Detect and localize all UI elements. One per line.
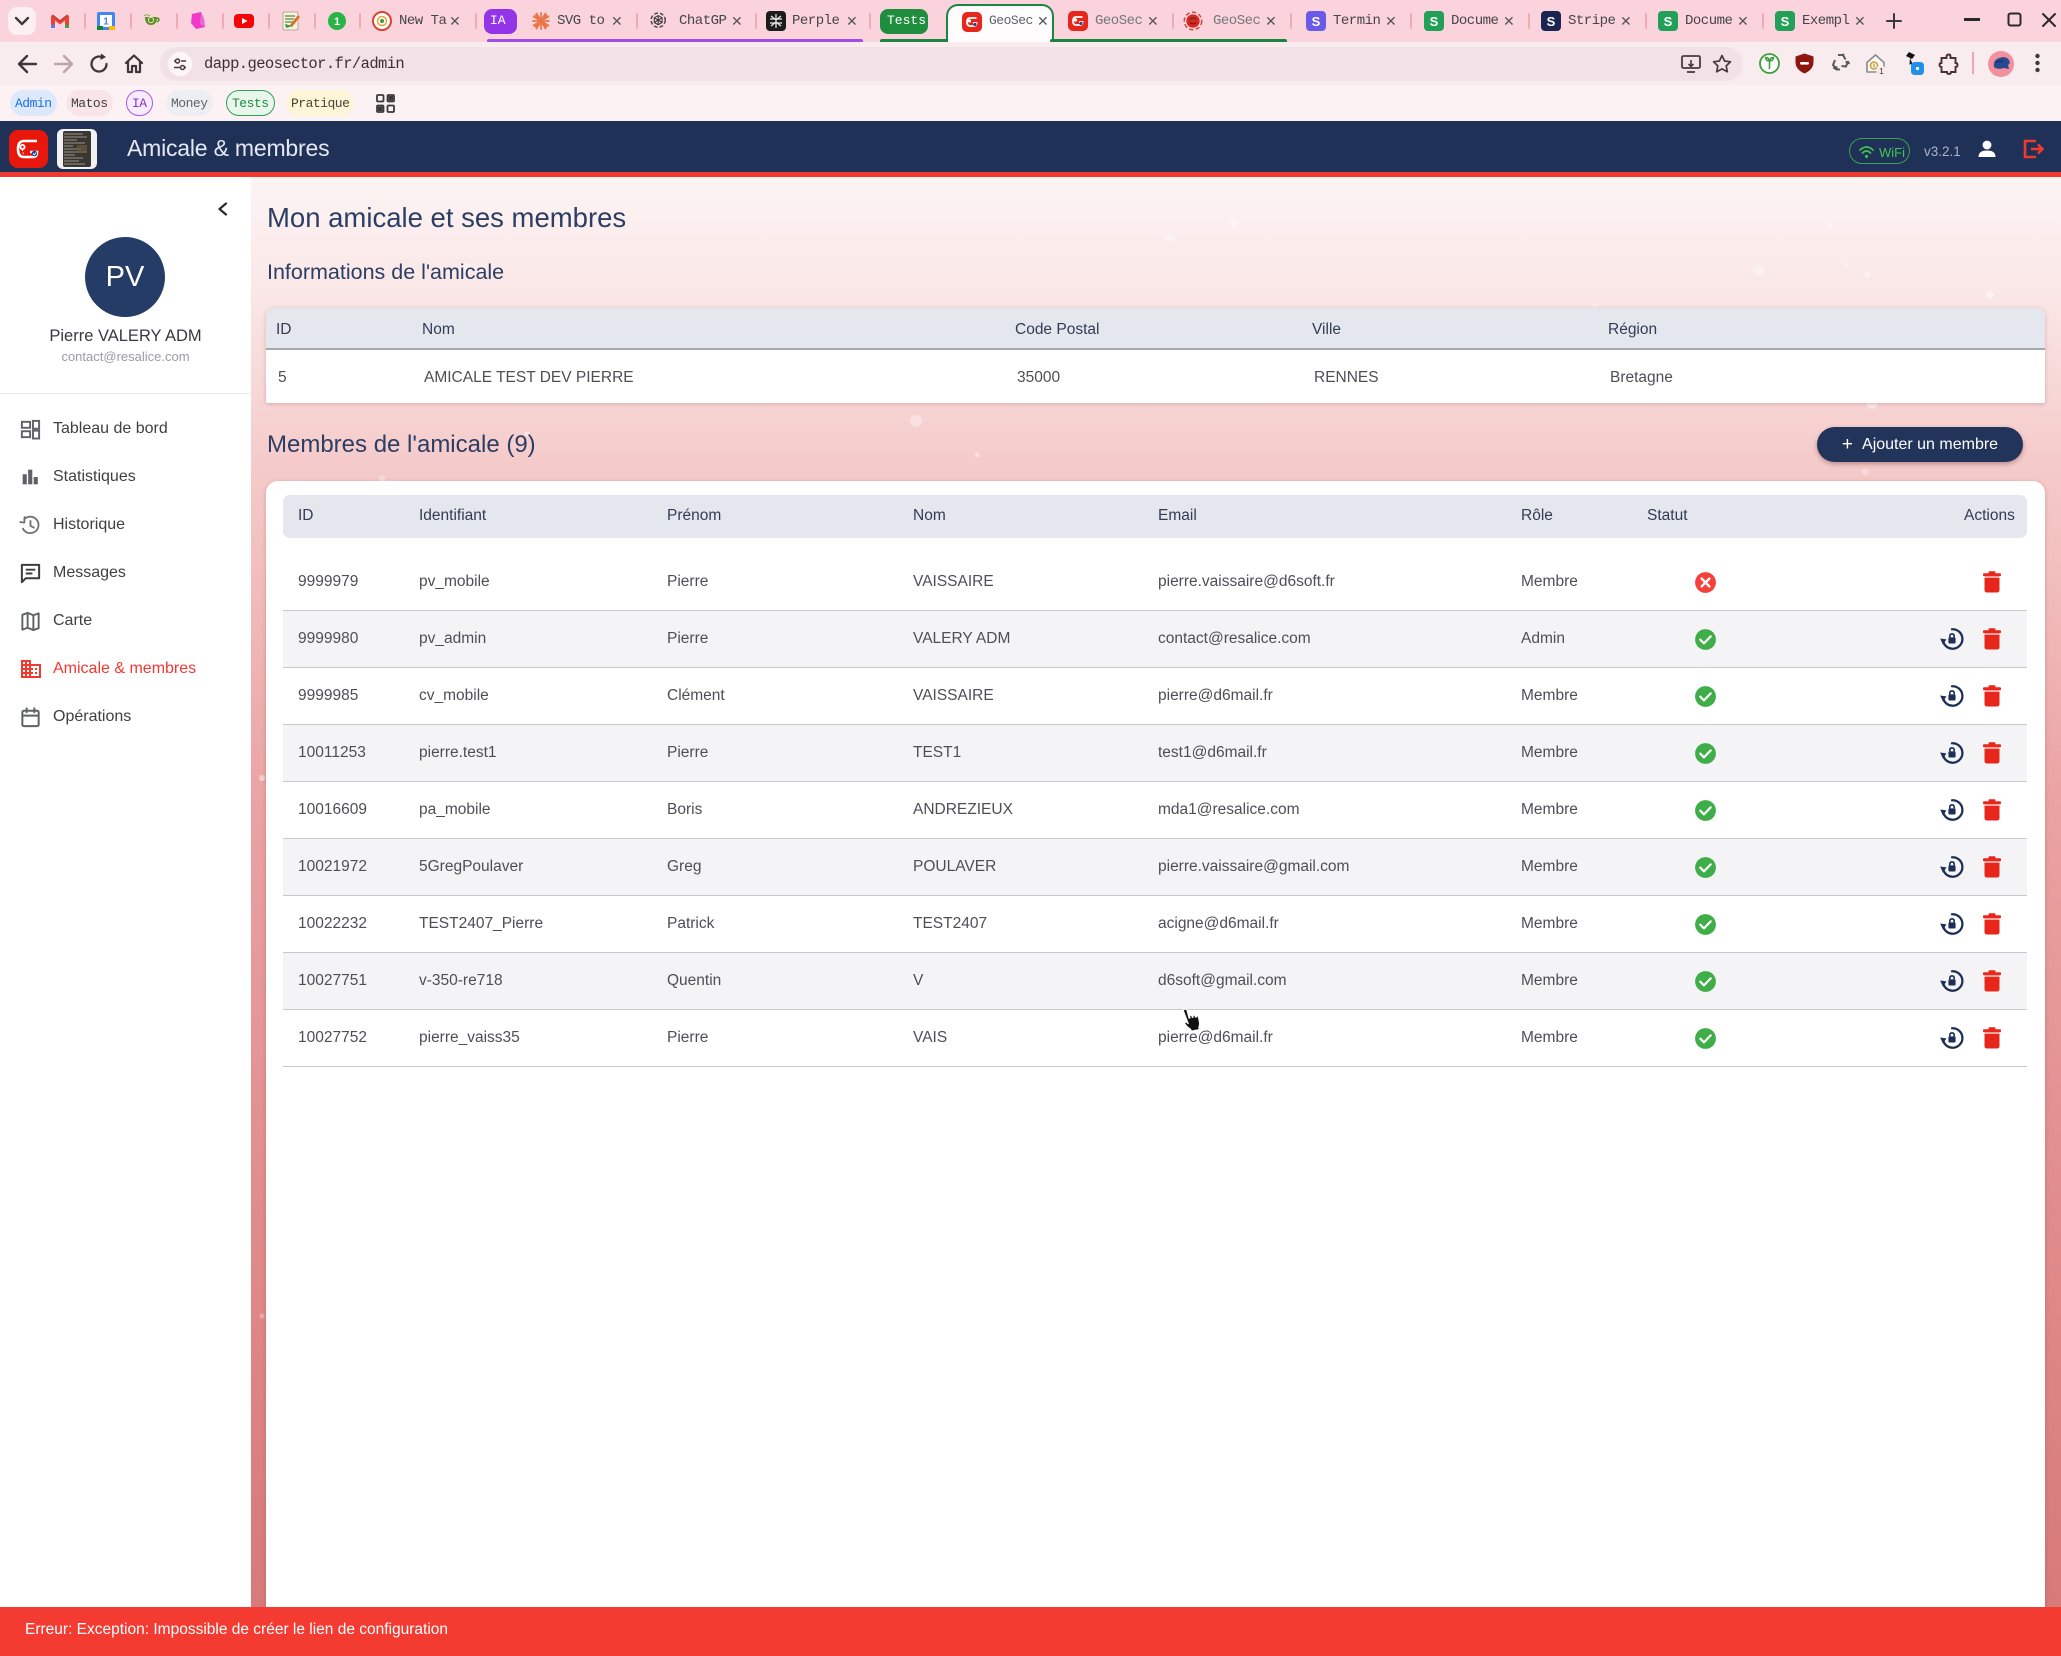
svg-text:1: 1 bbox=[1879, 66, 1884, 76]
svg-text:1: 1 bbox=[334, 16, 340, 28]
svg-text:1: 1 bbox=[103, 17, 109, 28]
svg-text:S: S bbox=[1312, 14, 1321, 29]
svg-text:S: S bbox=[1781, 14, 1790, 29]
svg-text:S: S bbox=[1430, 14, 1439, 29]
svg-text:S: S bbox=[1547, 14, 1556, 29]
svg-text:S: S bbox=[1664, 14, 1673, 29]
